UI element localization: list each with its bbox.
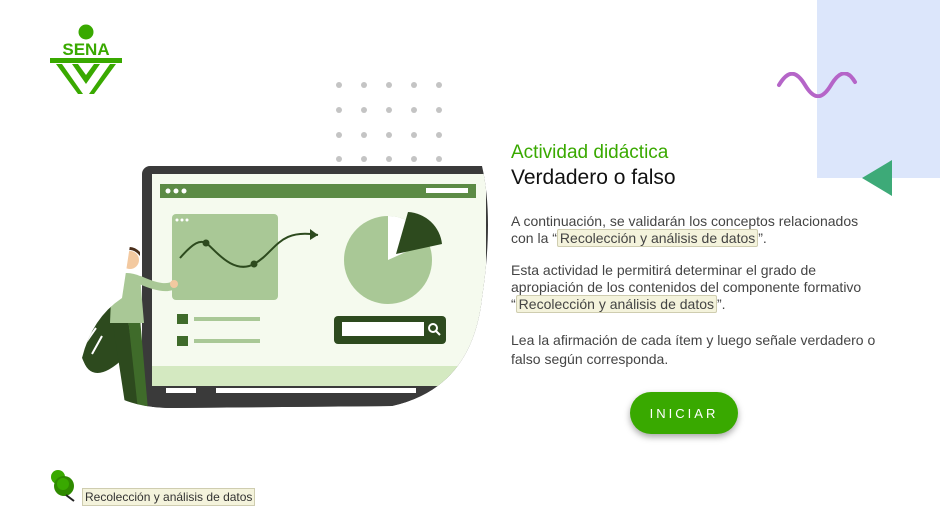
- logo-text: SENA: [62, 40, 109, 59]
- decorative-triangle: [862, 160, 892, 196]
- purpose-paragraph: Esta actividad le permitirá determinar e…: [511, 262, 881, 313]
- intro-text-end: ”.: [758, 230, 767, 246]
- map-pin-icon: [51, 470, 75, 502]
- activity-eyebrow: Actividad didáctica: [511, 142, 669, 163]
- decorative-wave: [777, 72, 857, 98]
- presentation-illustration: [82, 166, 488, 408]
- decorative-dot-grid: [336, 82, 442, 162]
- purpose-text-end: ”.: [717, 296, 726, 312]
- start-button[interactable]: INICIAR: [630, 392, 738, 434]
- footer-topic-tag: Recolección y análisis de datos: [82, 488, 256, 506]
- activity-title: Verdadero o falso: [511, 166, 676, 189]
- topic-highlight: Recolección y análisis de datos: [556, 229, 759, 247]
- intro-paragraph: A continuación, se validarán los concept…: [511, 213, 881, 247]
- instructions-paragraph: Lea la afirmación de cada ítem y luego s…: [511, 332, 876, 367]
- sena-logo-icon: SENA: [50, 24, 122, 94]
- component-highlight: Recolección y análisis de datos: [515, 295, 718, 313]
